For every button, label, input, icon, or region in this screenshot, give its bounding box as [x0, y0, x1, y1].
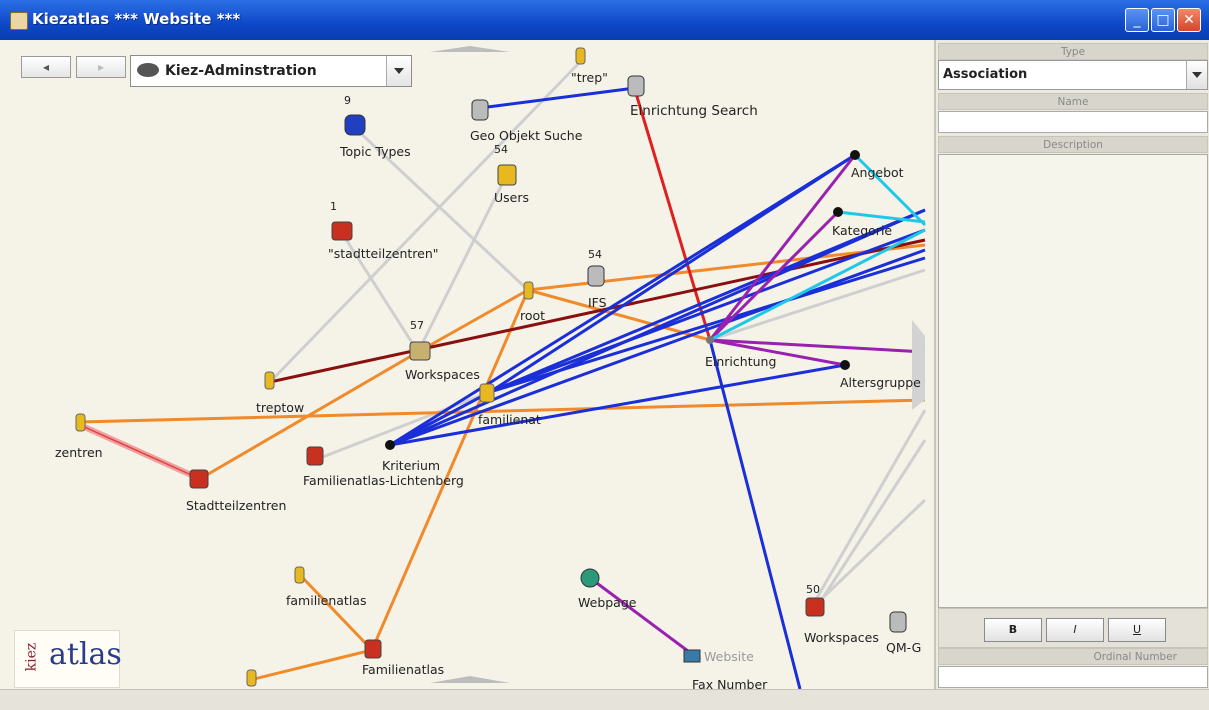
- logo-atlas-text: atlas: [49, 637, 122, 672]
- eye-icon: [137, 63, 159, 77]
- bold-button[interactable]: B: [984, 618, 1042, 642]
- node-label-stadtteilzentren[interactable]: Stadtteilzentren: [186, 498, 286, 513]
- java-app-icon: [10, 12, 28, 30]
- type-select[interactable]: Association: [938, 60, 1208, 90]
- graph-edges: [75, 46, 927, 689]
- angebot-node: [850, 150, 860, 160]
- node-label-altersgruppe[interactable]: Altersgruppe: [840, 375, 921, 390]
- node-count: 50: [806, 583, 820, 596]
- node-label-workspaces-2[interactable]: Workspaces: [804, 630, 879, 645]
- node-label-users[interactable]: Users: [494, 190, 529, 205]
- node-label-familienatlas-lichtenberg[interactable]: Familienatlas-Lichtenberg: [303, 473, 464, 488]
- name-header: Name: [938, 93, 1208, 110]
- globe-icon: [580, 568, 600, 588]
- name-field[interactable]: [938, 111, 1208, 133]
- node-count: 57: [410, 319, 424, 332]
- workspace-select[interactable]: Kiez-Adminstration: [130, 55, 412, 87]
- node-label-topic-types[interactable]: Topic Types: [340, 144, 411, 159]
- workspace-select-value: Kiez-Adminstration: [165, 63, 317, 79]
- logo-kiez-text: kiez: [23, 642, 40, 672]
- status-bar: [0, 689, 1209, 710]
- node-label-webpage[interactable]: Webpage: [578, 595, 636, 610]
- user-icons: [75, 47, 586, 687]
- node-label-familienatlas-ws[interactable]: Familienatlas: [362, 662, 444, 677]
- title-bar: Kiezatlas *** Website *** _ □ ✕: [0, 0, 1209, 40]
- node-label-qm-g[interactable]: QM-G: [886, 640, 921, 655]
- node-label-einrichtung-search[interactable]: Einrichtung Search: [630, 103, 758, 119]
- italic-button[interactable]: I: [1046, 618, 1104, 642]
- kriterium-node: [385, 440, 395, 450]
- chevron-down-icon[interactable]: [386, 56, 411, 86]
- node-label-root[interactable]: root: [520, 308, 545, 323]
- fax-icon: [683, 649, 701, 663]
- node-label-familienatlas-user[interactable]: familienatlas: [286, 593, 366, 608]
- altersgruppe-node: [840, 360, 850, 370]
- kategorie-node: [833, 207, 843, 217]
- window-title: Kiezatlas *** Website ***: [32, 10, 241, 28]
- minimize-button[interactable]: _: [1125, 8, 1149, 32]
- node-label-treptow[interactable]: treptow: [256, 400, 304, 415]
- node-label-ifs[interactable]: IFS: [588, 295, 607, 310]
- type-select-value: Association: [943, 67, 1028, 82]
- einrichtung-node: [706, 336, 714, 344]
- node-label-kategorie[interactable]: Kategorie: [832, 223, 892, 238]
- node-label-kriterium[interactable]: Kriterium: [382, 458, 440, 473]
- node-label-stadtteilzentren-quoted[interactable]: "stadtteilzentren": [328, 246, 439, 261]
- type-header: Type: [938, 43, 1208, 60]
- node-count: 9: [344, 94, 351, 107]
- close-button[interactable]: ✕: [1177, 8, 1201, 32]
- back-button[interactable]: ◂: [21, 56, 71, 78]
- node-label-trep[interactable]: "trep": [571, 70, 608, 85]
- node-label-einrichtung[interactable]: Einrichtung: [705, 354, 776, 369]
- kiezatlas-logo: kiez atlas: [14, 630, 122, 688]
- forward-button[interactable]: ▸: [76, 56, 126, 78]
- node-label-familienat[interactable]: familienat: [478, 412, 541, 427]
- topic-map-canvas[interactable]: "trep" Einrichtung Search Geo Objekt Suc…: [0, 40, 930, 689]
- ordinal-number-header: Ordinal Number: [938, 648, 1208, 665]
- chevron-down-icon[interactable]: [1186, 61, 1207, 89]
- description-header: Description: [938, 136, 1208, 153]
- node-label-angebot[interactable]: Angebot: [851, 165, 904, 180]
- property-panel: Type Association Name Description B I U …: [934, 40, 1209, 689]
- node-count: 1: [330, 200, 337, 213]
- maximize-button[interactable]: □: [1151, 8, 1175, 32]
- node-label-fax-number[interactable]: Fax Number: [692, 677, 767, 689]
- node-label-geo-objekt-suche[interactable]: Geo Objekt Suche: [470, 128, 582, 143]
- node-label-workspaces[interactable]: Workspaces: [405, 367, 480, 382]
- node-label-website[interactable]: Website: [704, 649, 754, 664]
- node-count: 54: [588, 248, 602, 261]
- node-label-zentren[interactable]: zentren: [55, 445, 103, 460]
- underline-button[interactable]: U: [1108, 618, 1166, 642]
- description-field[interactable]: [938, 154, 1208, 608]
- ordinal-number-field[interactable]: [938, 666, 1208, 688]
- node-count: 54: [494, 143, 508, 156]
